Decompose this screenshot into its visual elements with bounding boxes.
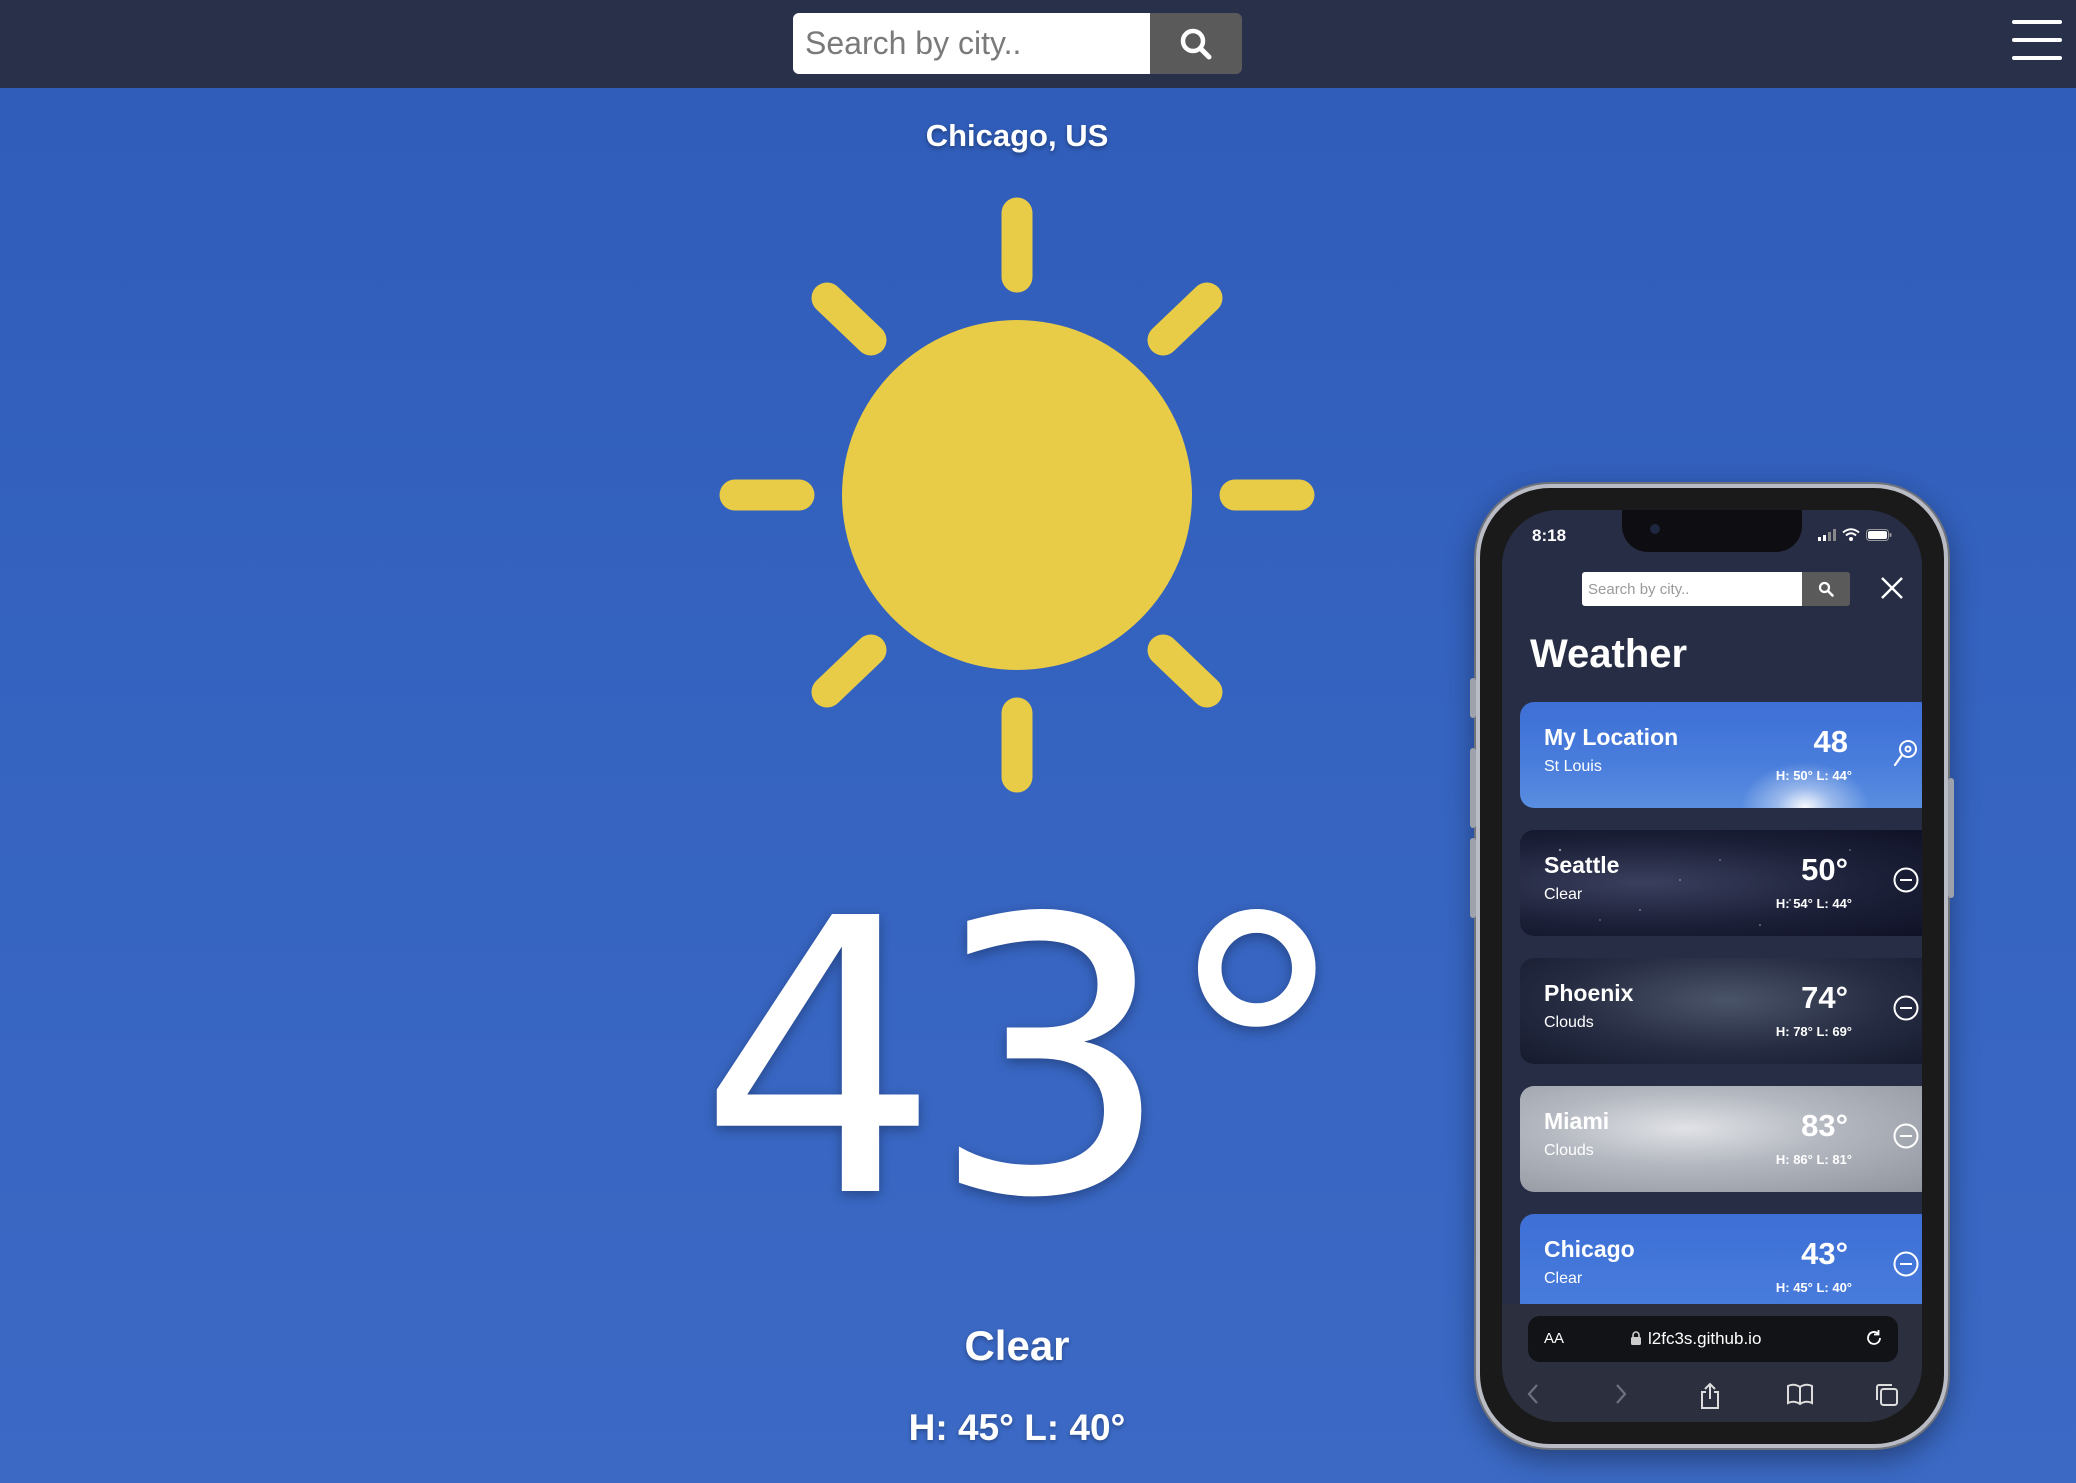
city-card-subtitle: Clouds: [1544, 1142, 1594, 1159]
phone-mockup: 8:18 Search by city.. Weather My Locatio…: [1470, 484, 1954, 1448]
search-input[interactable]: [793, 13, 1150, 74]
city-card-subtitle: Clear: [1544, 1270, 1583, 1287]
location-name: Chicago, US: [925, 118, 1109, 153]
remove-circle-icon[interactable]: [1892, 866, 1920, 894]
high-low-temperature: H: 45° L: 40°: [908, 1407, 1126, 1448]
city-card-subtitle: St Louis: [1544, 758, 1602, 775]
phone-search-button[interactable]: [1802, 572, 1850, 606]
phone-search-form: [1582, 572, 1850, 606]
city-card-subtitle: Clouds: [1544, 1014, 1594, 1031]
city-card-name: Chicago: [1544, 1236, 1635, 1262]
city-card-my-location[interactable]: My Location St Louis 48 H: 50° L: 44°: [1520, 702, 1922, 808]
city-card-temp: 74°: [1801, 980, 1848, 1015]
menu-icon[interactable]: [2012, 20, 2062, 60]
remove-circle-icon[interactable]: [1892, 1250, 1920, 1278]
city-card-temp: 48: [1813, 724, 1848, 759]
phone-screen: 8:18 Search by city.. Weather My Locatio…: [1502, 510, 1922, 1422]
phone-search-input[interactable]: [1582, 572, 1802, 606]
location-pin-icon[interactable]: [1892, 738, 1920, 768]
city-card-seattle[interactable]: Seattle Clear 50° H: 54° L: 44°: [1520, 830, 1922, 936]
city-card-name: Miami: [1544, 1108, 1610, 1134]
phone-title: Weather: [1530, 632, 1688, 676]
forward-icon[interactable]: [1610, 1382, 1630, 1406]
bookmarks-icon[interactable]: [1786, 1382, 1814, 1406]
address-bar[interactable]: AA l2fc3s.github.io: [1528, 1316, 1898, 1362]
close-icon[interactable]: [1880, 576, 1904, 600]
search-icon: [1818, 581, 1834, 597]
city-card-miami[interactable]: Miami Clouds 83° H: 86° L: 81°: [1520, 1086, 1922, 1192]
phone-notch: [1622, 510, 1802, 552]
browser-toolbar: AA l2fc3s.github.io: [1502, 1304, 1922, 1422]
battery-icon: [1866, 529, 1892, 541]
remove-circle-icon[interactable]: [1892, 1122, 1920, 1150]
city-card-high-low: H: 86° L: 81°: [1775, 1152, 1852, 1167]
tabs-icon[interactable]: [1874, 1382, 1900, 1408]
text-size-button[interactable]: AA: [1544, 1330, 1564, 1347]
signal-icon: [1818, 529, 1836, 541]
search-button[interactable]: [1150, 13, 1242, 74]
city-card-high-low: H: 54° L: 44°: [1775, 896, 1852, 911]
city-card-high-low: H: 78° L: 69°: [1775, 1024, 1852, 1039]
url-text: l2fc3s.github.io: [1648, 1329, 1762, 1348]
city-list: My Location St Louis 48 H: 50° L: 44° Se…: [1520, 702, 1922, 1342]
status-time: 8:18: [1532, 526, 1567, 545]
browser-nav: [1502, 1376, 1922, 1416]
share-icon[interactable]: [1698, 1382, 1722, 1410]
sun-icon: [719, 197, 1315, 793]
city-card-name: Seattle: [1544, 852, 1620, 878]
wifi-icon: [1842, 528, 1860, 541]
status-icons: [1818, 528, 1892, 541]
city-card-temp: 43°: [1801, 1236, 1848, 1271]
lock-icon: [1631, 1331, 1641, 1345]
city-card-name: Phoenix: [1544, 980, 1634, 1006]
back-icon[interactable]: [1524, 1382, 1544, 1406]
top-bar: [0, 0, 2076, 88]
remove-circle-icon[interactable]: [1892, 994, 1920, 1022]
city-card-high-low: H: 45° L: 40°: [1775, 1280, 1852, 1295]
city-card-temp: 83°: [1801, 1108, 1848, 1143]
city-card-name: My Location: [1544, 724, 1679, 750]
city-card-temp: 50°: [1801, 852, 1848, 887]
search-form: [793, 13, 1242, 74]
reload-icon[interactable]: [1864, 1328, 1884, 1348]
city-card-phoenix[interactable]: Phoenix Clouds 74° H: 78° L: 69°: [1520, 958, 1922, 1064]
weather-condition: Clear: [964, 1322, 1070, 1369]
current-temperature: 43°: [698, 838, 1352, 1281]
city-card-subtitle: Clear: [1544, 886, 1583, 903]
search-icon: [1180, 28, 1212, 59]
city-card-high-low: H: 50° L: 44°: [1775, 768, 1852, 783]
